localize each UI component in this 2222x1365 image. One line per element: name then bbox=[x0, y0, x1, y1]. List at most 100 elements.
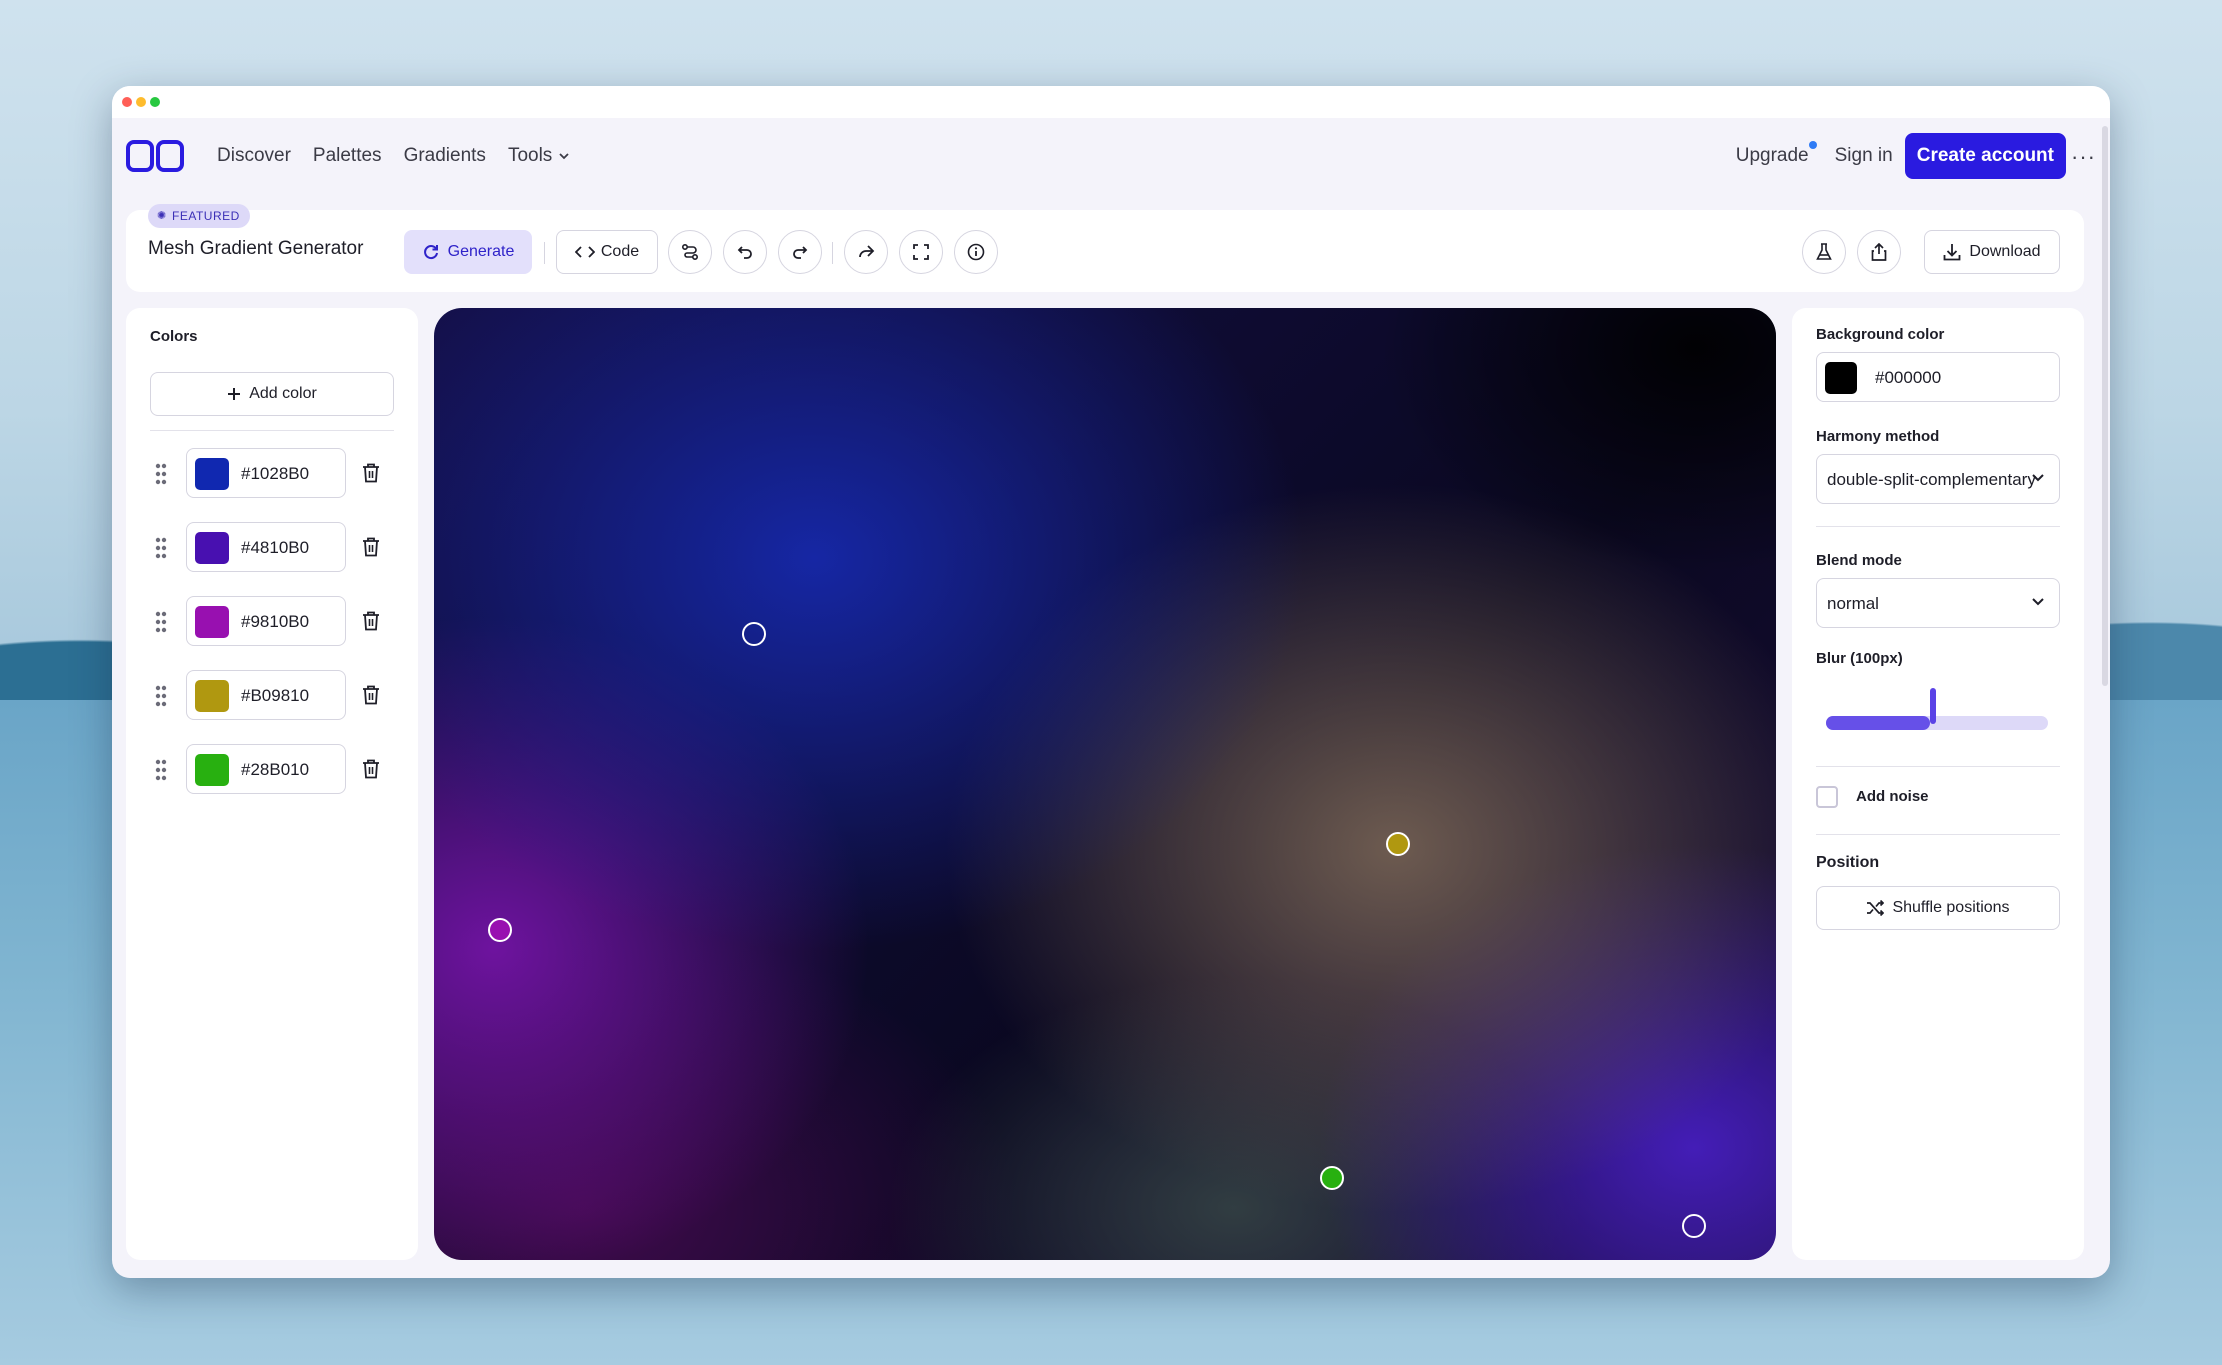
color-point-handle[interactable] bbox=[488, 918, 512, 942]
info-icon bbox=[967, 243, 985, 261]
color-swatch[interactable] bbox=[195, 754, 229, 786]
upgrade-label: Upgrade bbox=[1735, 145, 1809, 166]
canvas-shadow bbox=[1176, 308, 1776, 668]
download-icon bbox=[1944, 244, 1961, 261]
logo-icon[interactable] bbox=[126, 140, 184, 172]
color-row: #1028B0 bbox=[150, 448, 394, 500]
generate-button[interactable]: Generate bbox=[404, 230, 532, 274]
color-hex-value: #1028B0 bbox=[241, 464, 310, 483]
color-row: #B09810 bbox=[150, 670, 394, 722]
gradient-canvas[interactable] bbox=[434, 308, 1776, 1260]
blur-slider-thumb[interactable] bbox=[1930, 688, 1936, 724]
color-swatch[interactable] bbox=[195, 532, 229, 564]
sign-in-link[interactable]: Sign in bbox=[1835, 145, 1893, 167]
color-hex-field[interactable]: #9810B0 bbox=[186, 596, 346, 646]
color-point-handle[interactable] bbox=[1320, 1166, 1344, 1190]
drag-handle-icon[interactable] bbox=[154, 536, 168, 560]
color-hex-field[interactable]: #4810B0 bbox=[186, 522, 346, 572]
drag-handle-icon[interactable] bbox=[154, 610, 168, 634]
chevron-down-icon bbox=[2032, 474, 2044, 482]
minimize-window-button[interactable] bbox=[136, 97, 146, 107]
fullscreen-button[interactable] bbox=[899, 230, 943, 274]
chevron-down-icon bbox=[559, 153, 569, 160]
blur-slider-track[interactable] bbox=[1826, 716, 2048, 730]
path-tool-button[interactable] bbox=[668, 230, 712, 274]
info-button[interactable] bbox=[954, 230, 998, 274]
code-label: Code bbox=[600, 243, 640, 260]
divider bbox=[150, 430, 394, 431]
notification-dot bbox=[1808, 141, 1817, 149]
background-color-field[interactable]: #000000 bbox=[1816, 352, 2060, 402]
settings-panel: Background color #000000 Harmony method … bbox=[1792, 308, 2084, 1260]
background-color-value: #000000 bbox=[1875, 368, 1942, 387]
blend-mode-select[interactable]: normal bbox=[1816, 578, 2060, 628]
drag-handle-icon[interactable] bbox=[154, 684, 168, 708]
generate-label: Generate bbox=[447, 243, 515, 260]
nav-discover[interactable]: Discover bbox=[206, 145, 302, 167]
add-noise-checkbox[interactable] bbox=[1816, 786, 1838, 808]
download-button[interactable]: Download bbox=[1924, 230, 2060, 274]
harmony-method-label: Harmony method bbox=[1816, 428, 1940, 445]
download-label: Download bbox=[1969, 243, 2041, 260]
page-scrollbar[interactable] bbox=[2102, 126, 2108, 686]
code-button[interactable]: Code bbox=[556, 230, 658, 274]
redo-icon bbox=[793, 246, 808, 259]
shuffle-positions-button[interactable]: Shuffle positions bbox=[1816, 886, 2060, 930]
undo-button[interactable] bbox=[723, 230, 767, 274]
add-color-button[interactable]: Add color bbox=[150, 372, 394, 416]
color-point-handle[interactable] bbox=[1386, 832, 1410, 856]
color-hex-field[interactable]: #B09810 bbox=[186, 670, 346, 720]
more-options-icon[interactable]: ··· bbox=[2071, 144, 2096, 170]
plus-icon bbox=[228, 388, 241, 400]
color-hex-value: #4810B0 bbox=[241, 538, 310, 557]
harmony-method-select[interactable]: double-split-complementary bbox=[1816, 454, 2060, 504]
background-swatch[interactable] bbox=[1825, 362, 1857, 394]
nav-gradients[interactable]: Gradients bbox=[393, 145, 497, 167]
forward-icon bbox=[859, 245, 875, 258]
color-row: #28B010 bbox=[150, 744, 394, 796]
background-color-label: Background color bbox=[1816, 326, 1945, 343]
color-swatch[interactable] bbox=[195, 680, 229, 712]
maximize-window-button[interactable] bbox=[150, 97, 160, 107]
nav-tools[interactable]: Tools bbox=[497, 145, 581, 167]
drag-handle-icon[interactable] bbox=[154, 462, 168, 486]
trash-icon[interactable] bbox=[362, 537, 380, 557]
page-title: Mesh Gradient Generator bbox=[148, 238, 364, 259]
trash-icon[interactable] bbox=[362, 685, 380, 705]
lab-button[interactable] bbox=[1802, 230, 1846, 274]
top-navigation: Discover Palettes Gradients Tools Upgrad… bbox=[112, 126, 2110, 186]
color-point-handle[interactable] bbox=[1682, 1214, 1706, 1238]
code-icon bbox=[574, 246, 595, 258]
blend-mode-value: normal bbox=[1827, 594, 1879, 613]
harmony-method-value: double-split-complementary bbox=[1827, 470, 2036, 489]
trash-icon[interactable] bbox=[362, 611, 380, 631]
blend-mode-label: Blend mode bbox=[1816, 552, 1902, 569]
browser-window: Discover Palettes Gradients Tools Upgrad… bbox=[112, 86, 2110, 1278]
color-point-handle[interactable] bbox=[742, 622, 766, 646]
color-hex-field[interactable]: #28B010 bbox=[186, 744, 346, 794]
color-swatch[interactable] bbox=[195, 458, 229, 490]
flask-icon bbox=[1816, 243, 1832, 260]
redo-button[interactable] bbox=[778, 230, 822, 274]
color-hex-value: #28B010 bbox=[241, 760, 310, 779]
share-button[interactable] bbox=[1857, 230, 1901, 274]
close-window-button[interactable] bbox=[122, 97, 132, 107]
fullscreen-icon bbox=[913, 244, 929, 260]
trash-icon[interactable] bbox=[362, 463, 380, 483]
colors-heading: Colors bbox=[150, 328, 198, 345]
color-hex-value: #9810B0 bbox=[241, 612, 310, 631]
drag-handle-icon[interactable] bbox=[154, 758, 168, 782]
divider bbox=[1816, 834, 2060, 835]
share-forward-button[interactable] bbox=[844, 230, 888, 274]
upgrade-link[interactable]: Upgrade bbox=[1735, 141, 1817, 167]
nav-palettes[interactable]: Palettes bbox=[302, 145, 393, 167]
refresh-icon bbox=[423, 245, 438, 260]
toolbar-divider bbox=[832, 242, 833, 264]
colors-panel: Colors Add color #1028B0 #4810B0 #9810B0 #B… bbox=[126, 308, 418, 1260]
create-account-button[interactable]: Create account bbox=[1904, 133, 2066, 179]
color-swatch[interactable] bbox=[195, 606, 229, 638]
nav-links: Discover Palettes Gradients Tools bbox=[206, 126, 581, 186]
position-heading: Position bbox=[1816, 854, 1880, 871]
color-hex-field[interactable]: #1028B0 bbox=[186, 448, 346, 498]
trash-icon[interactable] bbox=[362, 759, 380, 779]
